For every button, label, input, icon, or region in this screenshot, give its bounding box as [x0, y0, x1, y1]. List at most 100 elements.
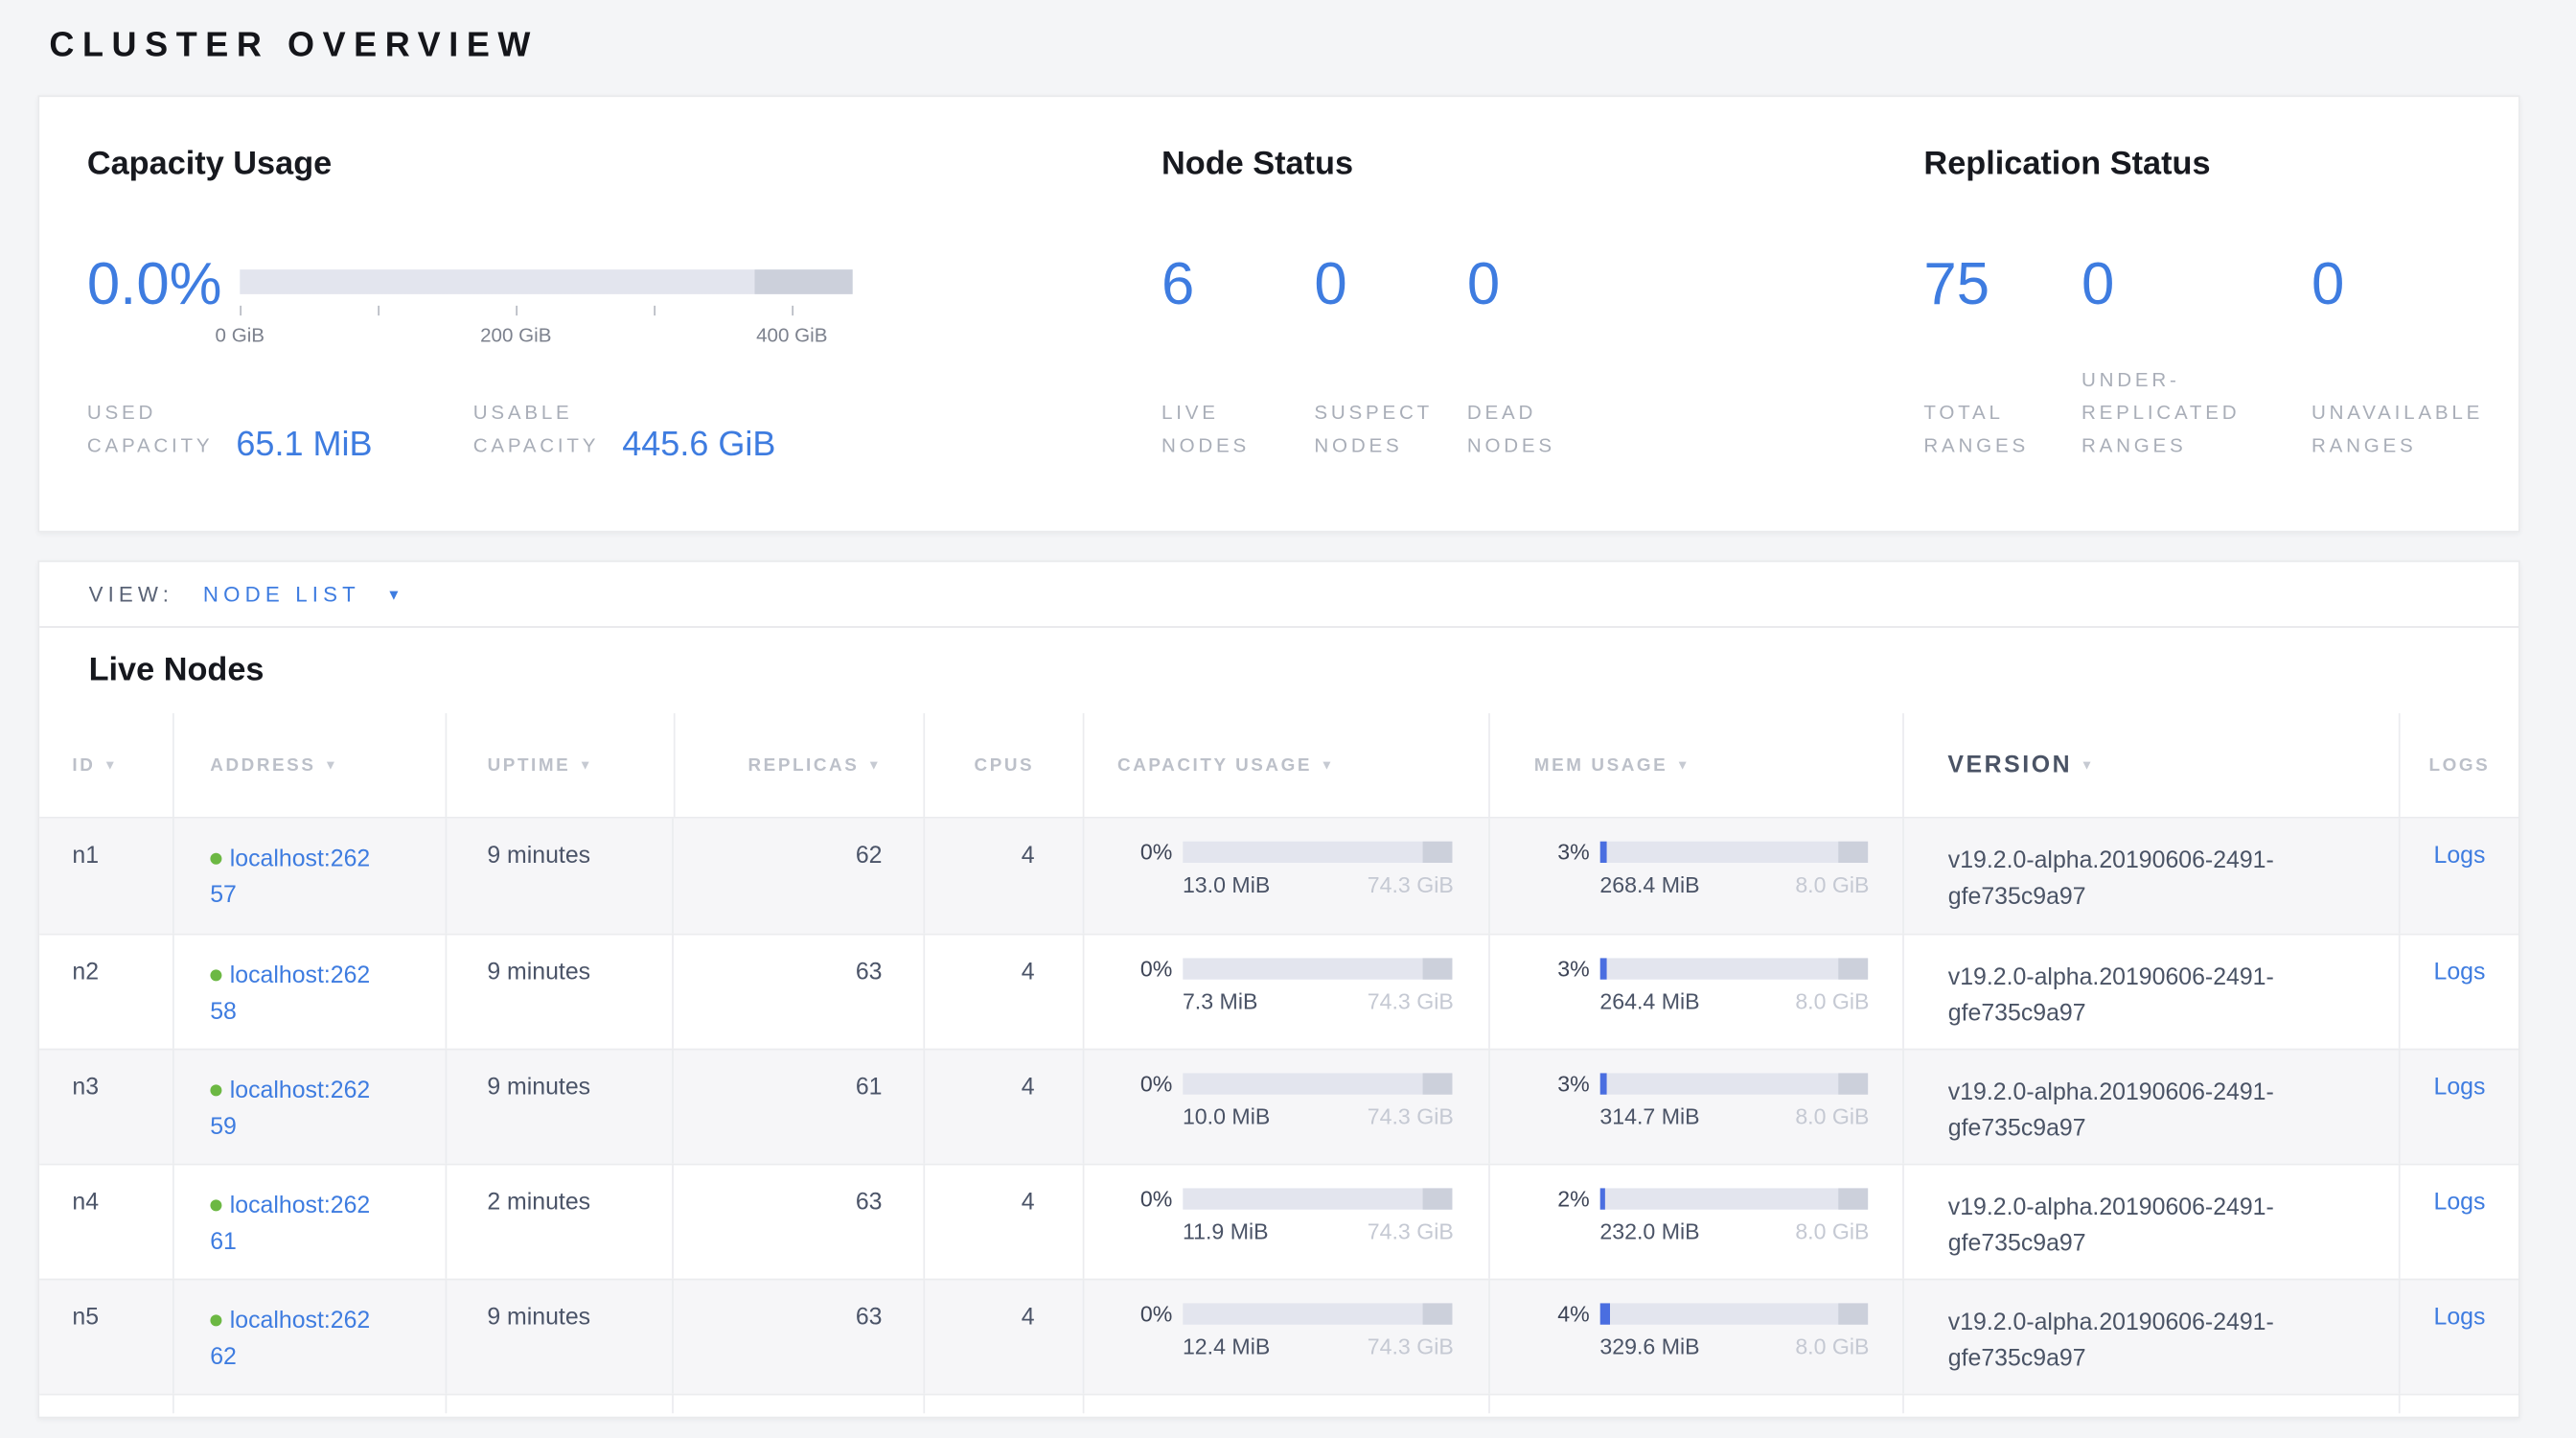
node-address-link[interactable]: 58 — [210, 999, 237, 1025]
under-replicated-ranges-stat: 0 UNDER-REPLICATEDRANGES — [2082, 251, 2305, 461]
node-uptime: 9 minutes — [446, 1050, 674, 1163]
node-live-icon — [210, 969, 221, 981]
node-id: n5 — [39, 1280, 173, 1393]
node-cpus: 4 — [925, 1050, 1084, 1163]
capacity-used-percent: 0.0% — [87, 251, 222, 317]
column-header-mem-usage[interactable]: MEM USAGE▼ — [1490, 713, 1903, 817]
logs-link[interactable]: Logs — [2434, 1190, 2486, 1216]
suspect-nodes-stat: 0 SUSPECTNODES — [1314, 251, 1459, 461]
node-replicas: 63 — [674, 1165, 925, 1278]
capacity-axis-tick — [654, 306, 656, 315]
node-uptime: 9 minutes — [446, 1280, 674, 1393]
node-replicas: 62 — [674, 819, 925, 934]
node-cpus: 4 — [925, 819, 1084, 934]
node-address-link[interactable]: localhost:262 — [230, 847, 370, 872]
node-address-cell: localhost:262 57 — [173, 819, 446, 934]
capacity-axis-tick — [240, 306, 242, 315]
sort-icon: ▼ — [867, 757, 883, 772]
node-version: v19.2.0-alpha.20190606-2491-gfe735c9a97 — [1904, 1165, 2401, 1278]
node-capacity-usage-cell: 0% 13.0 MiB74.3 GiB — [1084, 819, 1489, 934]
node-capacity-usage-cell: 0% 7.3 MiB74.3 GiB — [1084, 935, 1489, 1048]
used-capacity-stat: USED CAPACITY 65.1 MiB — [87, 396, 373, 462]
column-header-replicas[interactable]: REPLICAS▼ — [675, 713, 926, 817]
logs-link[interactable]: Logs — [2434, 1075, 2486, 1101]
node-address-cell: localhost:262 58 — [173, 935, 446, 1048]
node-id: n3 — [39, 1050, 173, 1163]
sort-icon: ▼ — [2081, 747, 2096, 783]
node-address-cell: localhost:262 62 — [173, 1280, 446, 1393]
node-replicas: 63 — [674, 935, 925, 1048]
replication-status-title: Replication Status — [1923, 147, 2210, 184]
sort-icon: ▼ — [324, 757, 339, 772]
table-row: n2 localhost:262 58 9 minutes 63 4 0% 7.… — [39, 934, 2518, 1049]
live-nodes-stat: 6 LIVENODES — [1162, 251, 1306, 461]
logs-link[interactable]: Logs — [2434, 960, 2486, 986]
node-logs-cell: Logs — [2401, 935, 2518, 1048]
table-row: n1 localhost:262 57 9 minutes 62 4 0% 13… — [39, 819, 2518, 934]
capacity-usage-bar — [1183, 958, 1452, 979]
node-logs-cell: Logs — [2401, 819, 2518, 934]
mem-usage-bar — [1599, 1188, 1868, 1209]
node-address-link[interactable]: localhost:262 — [230, 1194, 370, 1219]
node-id: n4 — [39, 1165, 173, 1278]
capacity-usage-bar — [1183, 1303, 1452, 1324]
node-address-link[interactable]: 61 — [210, 1229, 237, 1255]
node-capacity-usage-cell: 0% 11.9 MiB74.3 GiB — [1084, 1165, 1489, 1278]
node-mem-usage-cell: 4% 329.6 MiB8.0 GiB — [1490, 1280, 1904, 1393]
table-row — [39, 1394, 2518, 1414]
usable-capacity-stat: USABLE CAPACITY 445.6 GiB — [473, 396, 776, 462]
node-live-icon — [210, 1199, 221, 1211]
node-status-title: Node Status — [1162, 147, 1353, 184]
node-capacity-usage-cell: 0% 10.0 MiB74.3 GiB — [1084, 1050, 1489, 1163]
node-cpus: 4 — [925, 1165, 1084, 1278]
page-title: CLUSTER OVERVIEW — [49, 26, 539, 65]
sort-icon: ▼ — [104, 757, 119, 772]
node-address-link[interactable]: 59 — [210, 1114, 237, 1140]
node-version: v19.2.0-alpha.20190606-2491-gfe735c9a97 — [1904, 1050, 2401, 1163]
node-mem-usage-cell: 2% 232.0 MiB8.0 GiB — [1490, 1165, 1904, 1278]
node-capacity-usage-cell: 0% 12.4 MiB74.3 GiB — [1084, 1280, 1489, 1393]
node-live-icon — [210, 1084, 221, 1096]
table-row: n5 localhost:262 62 9 minutes 63 4 0% 12… — [39, 1279, 2518, 1394]
node-logs-cell: Logs — [2401, 1165, 2518, 1278]
column-header-capacity-usage[interactable]: CAPACITY USAGE▼ — [1085, 713, 1490, 817]
total-ranges-stat: 75 TOTALRANGES — [1923, 251, 2071, 461]
column-header-address[interactable]: ADDRESS▼ — [174, 713, 447, 817]
unavailable-ranges-stat: 0 UNAVAILABLERANGES — [2312, 251, 2521, 461]
node-version: v19.2.0-alpha.20190606-2491-gfe735c9a97 — [1904, 819, 2401, 934]
column-header-version[interactable]: VERSION▼ — [1903, 713, 2401, 817]
capacity-usage-bar — [1183, 1188, 1452, 1209]
dead-nodes-stat: 0 DEADNODES — [1467, 251, 1612, 461]
node-version: v19.2.0-alpha.20190606-2491-gfe735c9a97 — [1904, 1280, 2401, 1393]
live-nodes-title: Live Nodes — [39, 628, 2518, 713]
node-replicas: 63 — [674, 1280, 925, 1393]
column-header-logs: LOGS — [2401, 713, 2518, 817]
node-address-link[interactable]: localhost:262 — [230, 963, 370, 989]
mem-usage-bar — [1599, 1303, 1868, 1324]
node-address-cell: localhost:262 61 — [173, 1165, 446, 1278]
capacity-axis-tick — [516, 306, 518, 315]
capacity-tick-label: 200 GiB — [480, 324, 551, 347]
node-logs-cell: Logs — [2401, 1050, 2518, 1163]
node-address-link[interactable]: localhost:262 — [230, 1309, 370, 1334]
capacity-tick-label: 400 GiB — [756, 324, 827, 347]
used-capacity-value: 65.1 MiB — [236, 426, 372, 465]
node-live-icon — [210, 853, 221, 865]
node-address-link[interactable]: localhost:262 — [230, 1078, 370, 1104]
capacity-usage-title: Capacity Usage — [87, 147, 332, 184]
view-bar: VIEW: NODE LIST ▼ — [39, 562, 2518, 628]
column-header-id[interactable]: ID▼ — [39, 713, 173, 817]
sort-icon: ▼ — [1321, 757, 1336, 772]
logs-link[interactable]: Logs — [2434, 843, 2486, 869]
overview-card: Capacity Usage 0.0% 0 GiB 200 GiB 400 Gi… — [37, 95, 2519, 532]
node-mem-usage-cell: 3% 264.4 MiB8.0 GiB — [1490, 935, 1904, 1048]
usable-capacity-value: 445.6 GiB — [622, 426, 775, 465]
node-address-link[interactable]: 62 — [210, 1344, 237, 1370]
node-address-link[interactable]: 57 — [210, 883, 237, 909]
chevron-down-icon[interactable]: ▼ — [386, 586, 401, 602]
node-list-card: VIEW: NODE LIST ▼ Live Nodes ID▼ ADDRESS… — [37, 561, 2519, 1419]
view-selected-value[interactable]: NODE LIST — [203, 582, 360, 607]
view-selector-dropdown[interactable]: NODE LIST ▼ — [203, 582, 402, 607]
column-header-uptime[interactable]: UPTIME▼ — [447, 713, 675, 817]
logs-link[interactable]: Logs — [2434, 1305, 2486, 1331]
